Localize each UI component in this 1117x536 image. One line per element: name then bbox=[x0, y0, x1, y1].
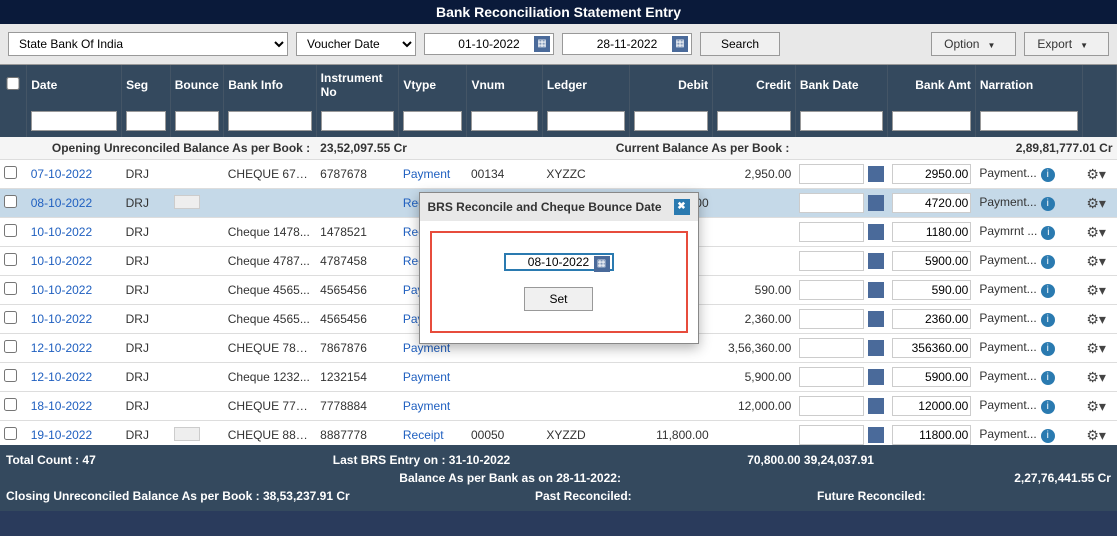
set-button[interactable]: Set bbox=[524, 287, 592, 311]
calendar-icon[interactable]: ▦ bbox=[594, 256, 610, 272]
modal-overlay: BRS Reconcile and Cheque Bounce Date ✖ ▦… bbox=[0, 0, 1117, 536]
brs-date-modal: BRS Reconcile and Cheque Bounce Date ✖ ▦… bbox=[419, 192, 699, 344]
modal-title: BRS Reconcile and Cheque Bounce Date bbox=[428, 200, 662, 214]
close-icon[interactable]: ✖ bbox=[674, 199, 690, 215]
